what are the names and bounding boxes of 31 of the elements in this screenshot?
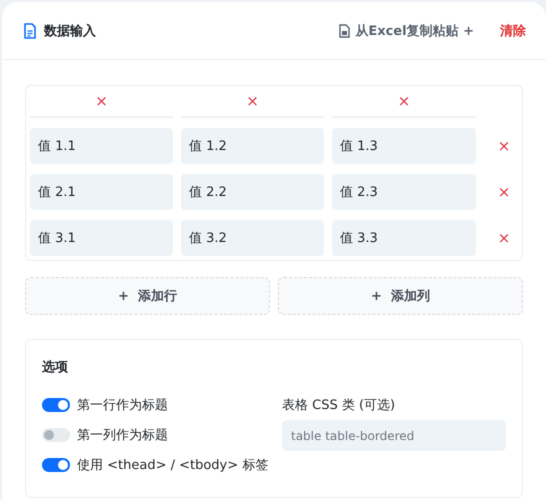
table-cell[interactable]: 值 3.1 bbox=[30, 220, 173, 256]
add-button[interactable]: + 添加行 bbox=[25, 277, 270, 315]
delete-row-button[interactable]: × bbox=[498, 185, 510, 199]
table-cell[interactable]: 值 2.1 bbox=[30, 174, 173, 210]
paste-from-excel-button[interactable]: 从Excel复制粘贴 + bbox=[339, 22, 474, 40]
document-icon bbox=[24, 22, 36, 38]
table-cell[interactable]: 值 3.2 bbox=[181, 220, 324, 256]
toggle-label: 使用 <thead> / <tbody> 标签 bbox=[77, 457, 268, 474]
spreadsheet-file-icon bbox=[339, 24, 350, 38]
toggle-switch[interactable] bbox=[42, 428, 70, 442]
panel-title: 数据输入 bbox=[44, 22, 97, 40]
delete-row-button[interactable]: × bbox=[498, 139, 510, 153]
delete-column-button[interactable]: × bbox=[96, 94, 108, 108]
field-label: 表格 CSS 类 (可选) bbox=[282, 397, 396, 414]
table-cell[interactable]: 值 1.3 bbox=[332, 128, 476, 164]
options-title: 选项 bbox=[42, 359, 69, 376]
table-cell[interactable]: 值 3.3 bbox=[332, 220, 476, 256]
toggle-label: 第一行作为标题 bbox=[77, 397, 168, 414]
add-button[interactable]: + 添加列 bbox=[278, 277, 523, 315]
table-cell[interactable]: 值 2.2 bbox=[181, 174, 324, 210]
delete-row-button[interactable]: × bbox=[498, 231, 510, 245]
toggle-switch[interactable] bbox=[42, 458, 70, 472]
clear-button[interactable]: 清除 bbox=[500, 22, 526, 40]
toggle-label: 第一列作为标题 bbox=[77, 427, 168, 444]
table-cell[interactable]: 值 1.1 bbox=[30, 128, 173, 164]
toggle-switch[interactable] bbox=[42, 398, 70, 412]
delete-column-button[interactable]: × bbox=[246, 94, 258, 108]
delete-column-button[interactable]: × bbox=[398, 94, 410, 108]
table-cell[interactable]: 值 1.2 bbox=[181, 128, 324, 164]
table-cell[interactable]: 值 2.3 bbox=[332, 174, 476, 210]
css-class-field[interactable]: table table-bordered bbox=[282, 420, 506, 451]
